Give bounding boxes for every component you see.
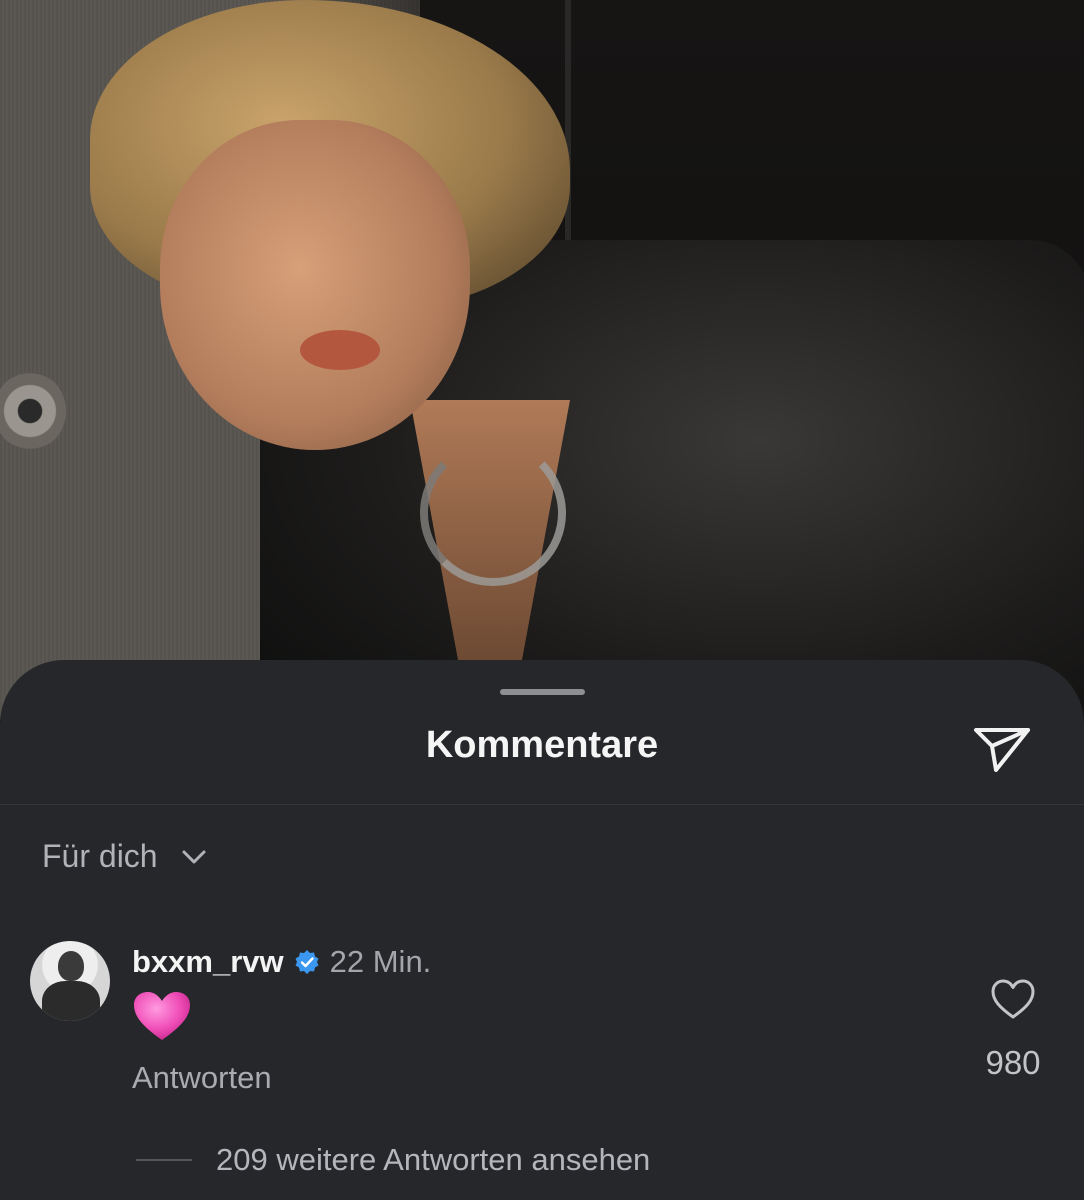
heart-outline-icon[interactable] xyxy=(990,978,1036,1020)
post-photo[interactable] xyxy=(0,0,1084,720)
photo-chain xyxy=(420,440,566,586)
comment-username[interactable]: bxxm_rvw xyxy=(132,944,284,980)
reply-button[interactable]: Antworten xyxy=(132,1060,272,1096)
like-count: 980 xyxy=(985,1044,1041,1081)
avatar-body xyxy=(42,981,100,1021)
verified-badge-icon xyxy=(295,950,319,974)
more-replies-label: 209 weitere Antworten ansehen xyxy=(216,1142,651,1177)
comments-sheet: Kommentare Für dich bxxm_rvw 22 Min. Ant… xyxy=(0,660,1084,1200)
comment-meta: bxxm_rvw 22 Min. xyxy=(132,944,431,980)
paper-plane-icon[interactable] xyxy=(972,724,1032,774)
sheet-grabber[interactable] xyxy=(500,689,585,695)
view-more-replies-button[interactable]: 209 weitere Antworten ansehen xyxy=(136,1142,650,1178)
comment-time: 22 Min. xyxy=(329,944,432,979)
pink-heart-icon xyxy=(134,992,190,1040)
avatar-head xyxy=(58,951,84,981)
photo-face xyxy=(160,120,470,450)
instagram-post-screen: Kommentare Für dich bxxm_rvw 22 Min. Ant… xyxy=(0,0,1084,1200)
replies-thread-line xyxy=(136,1159,192,1161)
sheet-divider xyxy=(0,804,1084,805)
chevron-down-icon xyxy=(182,850,206,863)
sheet-title: Kommentare xyxy=(425,724,659,766)
photo-lips xyxy=(300,330,380,370)
filter-label: Für dich xyxy=(42,838,158,874)
comment-filter-dropdown[interactable]: Für dich xyxy=(42,838,208,875)
avatar[interactable] xyxy=(30,941,110,1021)
